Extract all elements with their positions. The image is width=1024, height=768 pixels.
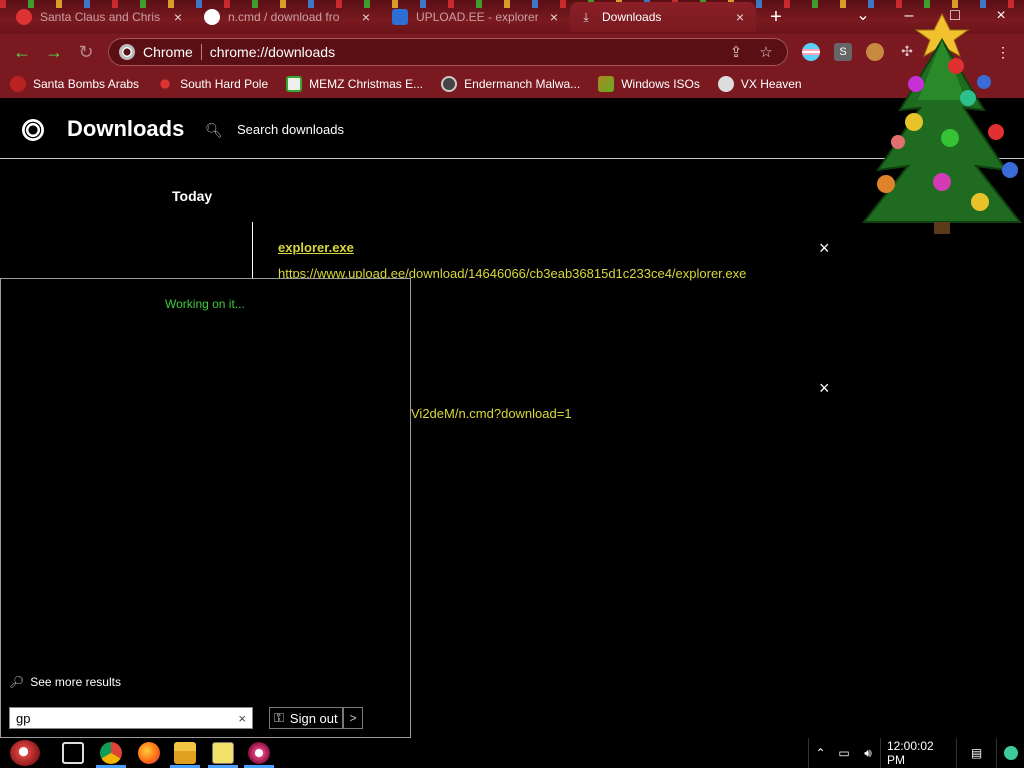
christmas-tree-decoration xyxy=(861,12,1023,234)
volume-icon[interactable]: 🔊︎ xyxy=(856,738,880,768)
bookmark-label: Windows ISOs xyxy=(621,77,700,91)
virus-icon xyxy=(157,76,174,92)
clock[interactable]: 12:00:02 PM xyxy=(880,738,956,768)
tab-title: Downloads xyxy=(602,10,662,24)
start-button[interactable] xyxy=(10,738,46,768)
tab-downloads[interactable]: ⤓ Downloads × xyxy=(570,2,756,32)
windows-iso-icon xyxy=(598,76,615,92)
memz-icon xyxy=(286,76,303,92)
share-icon[interactable]: ⇪ xyxy=(725,43,747,61)
address-bar[interactable]: Chrome chrome://downloads ⇪ ☆ xyxy=(108,38,788,66)
system-tray: ⌃ ▭ 🔊︎ 12:00:02 PM ▤ xyxy=(808,738,1024,768)
remove-download-button[interactable]: × xyxy=(819,238,830,259)
tree-trunk xyxy=(934,222,950,234)
ornament-icon xyxy=(905,113,923,131)
bookmark-label: Endermanch Malwa... xyxy=(464,77,581,91)
bookmark-endermanch-malware[interactable]: Endermanch Malwa... xyxy=(441,76,580,92)
tab-close-icon[interactable]: × xyxy=(358,9,374,25)
search-status-text: Working on it... xyxy=(165,297,245,311)
page-title: Downloads xyxy=(67,116,185,141)
search-icon[interactable]: 🔍︎ xyxy=(205,122,223,139)
url-text[interactable]: chrome://downloads xyxy=(210,44,717,60)
shutdown-options-arrow-button[interactable]: > xyxy=(343,707,363,729)
tab-santa-claus[interactable]: Santa Claus and Chris × xyxy=(8,2,194,32)
bookmark-label: South Hard Pole xyxy=(180,77,269,91)
start-orb-icon xyxy=(10,740,40,766)
ornament-icon xyxy=(941,129,959,147)
bookmark-south-hard-pole[interactable]: South Hard Pole xyxy=(157,76,268,92)
sign-out-label: Sign out xyxy=(289,710,338,726)
taskbar: ⌃ ▭ 🔊︎ 12:00:02 PM ▤ xyxy=(0,738,1024,768)
clear-search-icon[interactable]: × xyxy=(238,711,246,726)
download-url[interactable]: Vi2deM/n.cmd?download=1 xyxy=(411,406,572,421)
origin-label: Chrome xyxy=(143,44,193,60)
extension-s-icon[interactable]: S xyxy=(834,43,852,61)
back-button[interactable]: ← xyxy=(10,40,34,64)
start-search-input[interactable]: gp × xyxy=(9,707,253,729)
chrome-taskbar-icon[interactable] xyxy=(100,742,122,764)
key-icon: ⚿ xyxy=(274,710,284,725)
bookmark-label: Santa Bombs Arabs xyxy=(33,77,140,91)
show-desktop-icon[interactable] xyxy=(996,738,1024,768)
upload-ee-icon xyxy=(392,9,408,25)
tab-upload-ee[interactable]: UPLOAD.EE - explorer × xyxy=(384,2,570,32)
file-explorer-icon[interactable] xyxy=(174,742,196,764)
cloud-icon xyxy=(204,9,220,25)
extension-flag-icon[interactable] xyxy=(802,43,820,61)
screen: Santa Claus and Chris × n.cmd / download… xyxy=(0,0,1024,768)
ornament-icon xyxy=(1002,162,1018,178)
notepad-icon[interactable] xyxy=(212,742,234,764)
bookmark-label: VX Heaven xyxy=(740,77,802,91)
tab-close-icon[interactable]: × xyxy=(732,9,748,25)
action-center-icon[interactable]: ▤ xyxy=(956,738,996,768)
tab-title: UPLOAD.EE - explorer xyxy=(416,10,538,24)
bookmark-windows-isos[interactable]: Windows ISOs xyxy=(598,76,700,92)
divider xyxy=(200,44,202,60)
chrome-logo-icon xyxy=(22,119,44,141)
download-file-name[interactable]: explorer.exe xyxy=(278,240,354,255)
ornament-icon xyxy=(988,124,1004,140)
ornament-icon xyxy=(877,175,895,193)
bookmark-label: MEMZ Christmas E... xyxy=(309,77,424,91)
show-hidden-icons-chevron-icon[interactable]: ⌃ xyxy=(808,738,832,768)
endermanch-icon xyxy=(441,76,458,92)
tab-close-icon[interactable]: × xyxy=(170,9,186,25)
bookmark-star-icon[interactable]: ☆ xyxy=(755,43,777,61)
ornament-icon xyxy=(891,135,905,149)
vx-heaven-icon xyxy=(717,76,734,92)
forward-button[interactable]: → xyxy=(42,40,66,64)
task-view-icon[interactable] xyxy=(62,742,84,764)
bookmark-memz-christmas[interactable]: MEMZ Christmas E... xyxy=(286,76,423,92)
ornament-icon xyxy=(960,90,976,106)
new-tab-button[interactable]: + xyxy=(764,6,788,30)
see-more-results-link[interactable]: 🔎︎ See more results xyxy=(9,675,121,689)
remove-download-button[interactable]: × xyxy=(819,378,830,399)
see-more-label: See more results xyxy=(30,675,121,689)
santa-icon xyxy=(10,76,26,92)
date-section-heading: Today xyxy=(172,188,213,204)
bookmark-vx-heaven[interactable]: VX Heaven xyxy=(717,76,802,92)
tab-close-icon[interactable]: × xyxy=(546,9,562,25)
ornament-icon xyxy=(948,58,964,74)
download-icon: ⤓ xyxy=(583,10,589,24)
ornament-icon xyxy=(908,76,924,92)
chrome-icon xyxy=(119,44,135,60)
memz-taskbar-icon[interactable] xyxy=(248,742,270,764)
search-downloads-input[interactable]: Search downloads xyxy=(237,122,344,137)
ornament-icon xyxy=(933,173,951,191)
tab-n-cmd[interactable]: n.cmd / download fro × xyxy=(196,2,382,32)
tab-title: Santa Claus and Chris xyxy=(40,10,161,24)
tab-title: n.cmd / download fro xyxy=(228,10,340,24)
tab-favicon-icon xyxy=(16,9,32,25)
ornament-icon xyxy=(971,193,989,211)
search-query-text[interactable]: gp xyxy=(16,711,238,726)
ornament-icon xyxy=(977,75,991,89)
start-menu: Working on it... 🔎︎ See more results gp … xyxy=(0,278,411,738)
magnifier-icon: 🔎︎ xyxy=(9,675,25,689)
bookmark-santa-bombs-arabs[interactable]: Santa Bombs Arabs xyxy=(10,76,139,92)
sign-out-button[interactable]: ⚿ Sign out xyxy=(269,707,343,729)
network-icon[interactable]: ▭ xyxy=(832,738,856,768)
firefox-icon[interactable] xyxy=(138,742,160,764)
reload-button[interactable]: ↻ xyxy=(74,40,98,64)
